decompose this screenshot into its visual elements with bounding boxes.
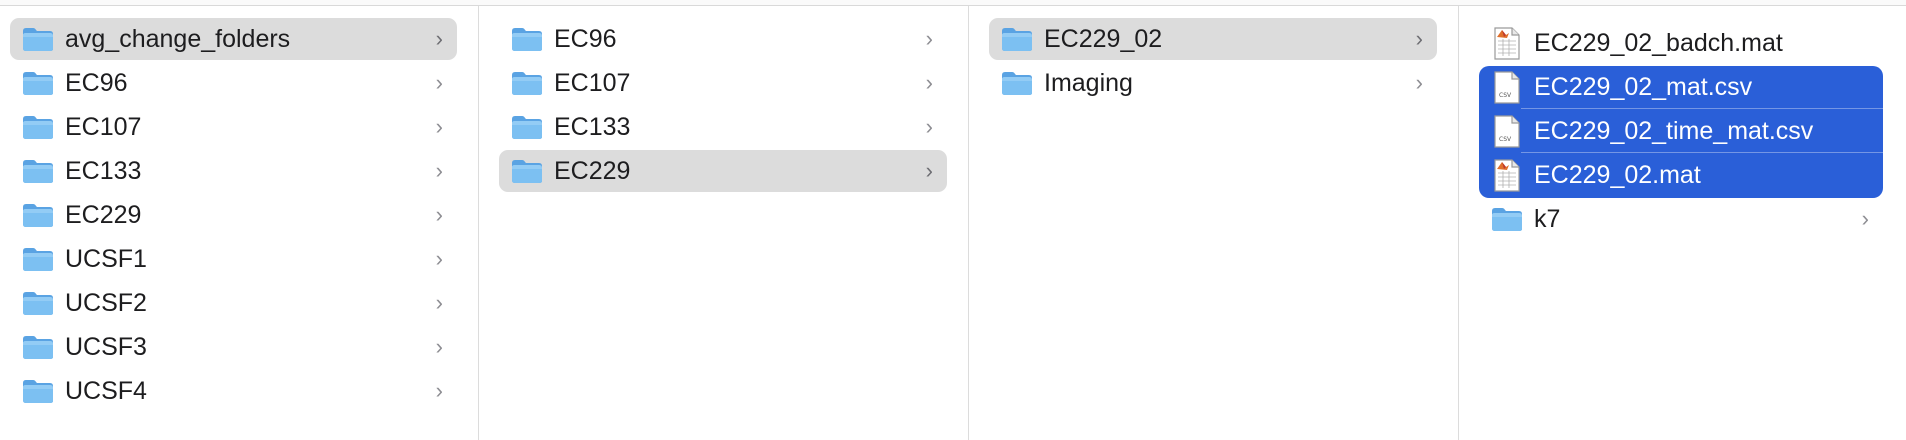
chevron-right-icon: › (925, 26, 933, 51)
matlab-file-icon (1493, 27, 1521, 60)
folder-icon (22, 115, 54, 140)
folder-row-k7[interactable]: k7 › (1479, 198, 1883, 240)
folder-icon (1001, 27, 1033, 52)
folder-row-ec229[interactable]: EC229 › (10, 194, 457, 236)
chevron-right-icon: › (925, 114, 933, 139)
selection-separator (1521, 108, 1892, 109)
chevron-right-icon: › (435, 158, 443, 183)
folder-icon (1491, 207, 1523, 232)
chevron-right-icon: › (1415, 26, 1423, 51)
chevron-right-icon: › (435, 246, 443, 271)
folder-icon (22, 71, 54, 96)
folder-icon (22, 247, 54, 272)
file-row-ec229-02-mat[interactable]: EC229_02.mat (1479, 154, 1883, 196)
chevron-right-icon: › (435, 378, 443, 403)
chevron-right-icon: › (435, 70, 443, 95)
selection-separator (1521, 152, 1892, 153)
csv-file-icon: CSV (1493, 115, 1521, 148)
folder-row-ec133[interactable]: EC133 › (10, 150, 457, 192)
file-row-ec229-02-badch-mat[interactable]: EC229_02_badch.mat (1479, 22, 1883, 64)
csv-file-icon: CSV (1493, 71, 1521, 104)
file-row-ec229-02-mat-csv[interactable]: CSV EC229_02_mat.csv (1479, 66, 1883, 108)
chevron-right-icon: › (435, 26, 443, 51)
browser-column-2[interactable]: EC96 › EC107 › EC133 › EC229 › (479, 6, 969, 440)
chevron-right-icon: › (1415, 70, 1423, 95)
folder-row-ec229[interactable]: EC229 › (499, 150, 947, 192)
folder-icon (22, 159, 54, 184)
file-row-ec229-02-time-mat-csv[interactable]: CSV EC229_02_time_mat.csv (1479, 110, 1883, 152)
folder-icon (22, 27, 54, 52)
folder-row-ec229-02[interactable]: EC229_02 › (989, 18, 1437, 60)
chevron-right-icon: › (1861, 206, 1869, 231)
browser-column-4[interactable]: EC229_02_badch.mat CSV EC229_02_mat.csv … (1459, 6, 1906, 440)
folder-row-ucsf1[interactable]: UCSF1 › (10, 238, 457, 280)
folder-icon (22, 379, 54, 404)
chevron-right-icon: › (925, 70, 933, 95)
chevron-right-icon: › (435, 290, 443, 315)
chevron-right-icon: › (435, 334, 443, 359)
folder-icon (511, 71, 543, 96)
folder-row-ucsf2[interactable]: UCSF2 › (10, 282, 457, 324)
browser-column-3[interactable]: EC229_02 › Imaging › (969, 6, 1459, 440)
folder-icon (22, 203, 54, 228)
folder-row-ec107[interactable]: EC107 › (499, 62, 947, 104)
folder-row-ucsf4[interactable]: UCSF4 › (10, 370, 457, 412)
folder-row-ucsf3[interactable]: UCSF3 › (10, 326, 457, 368)
folder-row-ec107[interactable]: EC107 › (10, 106, 457, 148)
folder-row-avg-change-folders[interactable]: avg_change_folders › (10, 18, 457, 60)
folder-icon (22, 335, 54, 360)
folder-row-imaging[interactable]: Imaging › (989, 62, 1437, 104)
chevron-right-icon: › (435, 114, 443, 139)
browser-column-1[interactable]: avg_change_folders › EC96 › EC107 › EC13… (0, 6, 479, 440)
chevron-right-icon: › (435, 202, 443, 227)
folder-icon (511, 115, 543, 140)
folder-row-ec133[interactable]: EC133 › (499, 106, 947, 148)
folder-row-ec96[interactable]: EC96 › (499, 18, 947, 60)
folder-row-ec96[interactable]: EC96 › (10, 62, 457, 104)
folder-icon (22, 291, 54, 316)
folder-icon (511, 159, 543, 184)
folder-icon (1001, 71, 1033, 96)
matlab-file-icon (1493, 159, 1521, 192)
folder-icon (511, 27, 543, 52)
chevron-right-icon: › (925, 158, 933, 183)
